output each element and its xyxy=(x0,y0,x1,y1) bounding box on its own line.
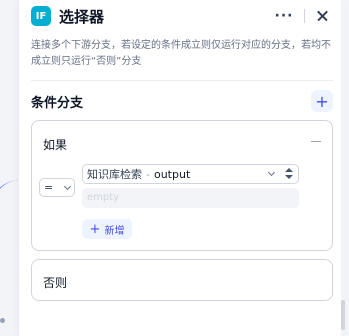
panel-title: 选择器 xyxy=(59,7,105,26)
variable-field-name: output xyxy=(153,167,191,181)
minus-icon[interactable] xyxy=(310,135,322,147)
else-branch-label: 否则 xyxy=(43,276,68,290)
else-branch-card: 否则 xyxy=(31,259,333,301)
if-branch-card: 如果 = 知识库检索 - output empty + 新增 xyxy=(31,120,333,251)
section-title: 条件分支 xyxy=(31,96,84,111)
variable-select[interactable]: 知识库检索 - output xyxy=(82,164,299,184)
plus-icon: + xyxy=(315,91,329,111)
section-divider xyxy=(31,80,333,81)
operator-select[interactable]: = xyxy=(39,178,75,197)
operator-value: = xyxy=(44,181,54,194)
header-divider xyxy=(304,9,305,23)
variable-node-name: 知识库检索 xyxy=(87,168,142,181)
add-condition-button[interactable]: + 新增 xyxy=(82,219,132,239)
node-description: 连接多个下游分支，若设定的条件成立则仅运行对应的分支，若均不成立则只运行“否则”… xyxy=(31,40,331,67)
add-condition-label: 新增 xyxy=(104,225,125,237)
chevron-down-icon xyxy=(267,168,276,177)
spinner-down-icon[interactable] xyxy=(285,175,293,179)
scrollbar-thumb[interactable] xyxy=(341,300,345,330)
if-node-icon: IF xyxy=(31,6,51,26)
add-branch-button[interactable]: + xyxy=(311,90,333,112)
if-branch-label: 如果 xyxy=(43,138,68,152)
scrollbar-track[interactable] xyxy=(341,0,345,336)
condition-value-input[interactable]: empty xyxy=(82,188,299,208)
plus-icon: + xyxy=(89,221,101,237)
canvas-edge-line xyxy=(0,180,20,336)
canvas-node-dot xyxy=(0,318,5,323)
header-actions: ··· xyxy=(272,6,333,26)
node-config-panel: IF 选择器 ··· 连接多个下游分支，若设定的条件成立则仅运行对应的分支，若均… xyxy=(18,0,345,336)
chevron-down-icon xyxy=(63,182,72,190)
panel-header: IF 选择器 ··· xyxy=(31,5,333,27)
spinner-icon[interactable] xyxy=(284,167,294,181)
spinner-up-icon[interactable] xyxy=(285,168,293,172)
variable-separator: - xyxy=(146,167,150,181)
close-icon[interactable] xyxy=(313,6,333,26)
more-horizontal-icon[interactable]: ··· xyxy=(272,8,296,24)
